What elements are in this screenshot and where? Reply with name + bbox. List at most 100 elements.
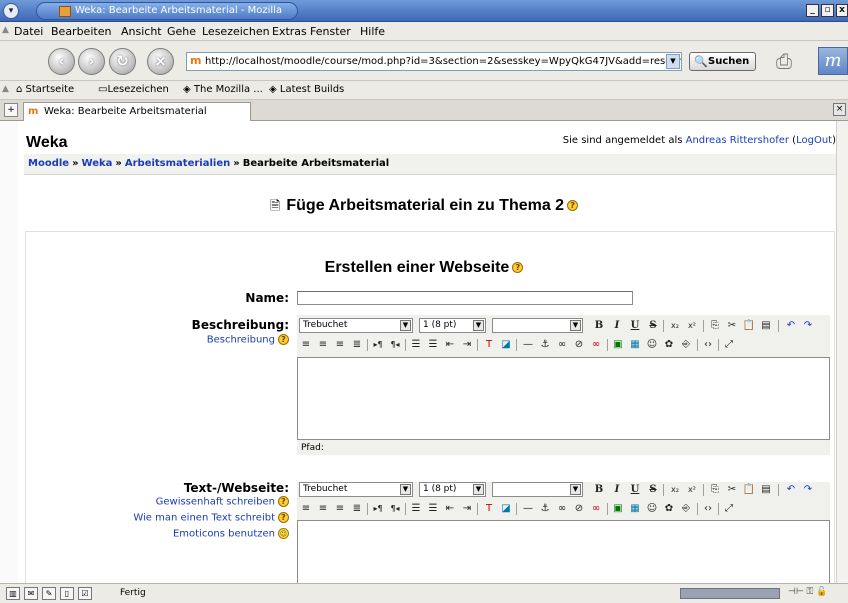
unordered-list-icon[interactable]: ☰ (426, 338, 440, 352)
justify-icon[interactable]: ≣ (350, 338, 364, 352)
window-menu-button[interactable]: ▾ (3, 3, 19, 19)
addressbook-icon[interactable]: ▯ (60, 587, 74, 600)
special-char-icon[interactable]: ✿ (662, 502, 676, 516)
italic-button[interactable]: I (610, 483, 624, 497)
search-replace-icon[interactable]: ⎆ (679, 502, 693, 516)
menubar-grip-icon[interactable]: ▲ (2, 25, 12, 38)
menu-go[interactable]: Gehe (167, 25, 196, 38)
align-right-icon[interactable]: ≡ (333, 338, 347, 352)
help-how-to-write-link[interactable]: Wie man einen Text schreibt? (100, 512, 289, 524)
minimize-button[interactable]: _ (806, 4, 819, 17)
size-select[interactable]: 1 (8 pt) ▼ (419, 318, 486, 333)
image-icon[interactable]: ▣ (611, 502, 625, 516)
undo-icon[interactable]: ↶ (784, 319, 798, 333)
link-icon[interactable]: ∞ (555, 502, 569, 516)
ordered-list-icon[interactable]: ☰ (409, 338, 423, 352)
justify-icon[interactable]: ≣ (350, 502, 364, 516)
image-icon[interactable]: ▣ (611, 338, 625, 352)
unlink-icon[interactable]: ∞ (589, 502, 603, 516)
help-emoticons-link[interactable]: Emoticons benutzen ☺ (100, 528, 289, 540)
print-icon[interactable]: ⎙ (776, 49, 804, 73)
help-icon[interactable]: ? (278, 496, 289, 507)
close-tab-button[interactable]: × (833, 103, 846, 116)
background-color-icon[interactable]: ◪ (499, 502, 513, 516)
close-window-button[interactable]: x (836, 4, 848, 17)
menu-help[interactable]: Hilfe (360, 25, 385, 38)
mail-icon[interactable]: ✉ (24, 587, 38, 600)
mozilla-throbber-icon[interactable]: m (818, 47, 848, 75)
copy-icon[interactable]: ⎘ (708, 319, 722, 333)
breadcrumb-moodle[interactable]: Moodle (28, 158, 69, 169)
align-right-icon[interactable]: ≡ (333, 502, 347, 516)
new-tab-button[interactable]: + (4, 103, 18, 117)
bookmark-mozilla[interactable]: ◈ The Mozilla ... (183, 84, 263, 95)
bookmarks-grip-icon[interactable]: ▲ (2, 84, 9, 94)
ltr-icon[interactable]: ▸¶ (371, 502, 385, 516)
background-color-icon[interactable]: ◪ (499, 338, 513, 352)
name-input[interactable] (297, 291, 633, 305)
cut-icon[interactable]: ✂ (725, 483, 739, 497)
superscript-button[interactable]: x² (685, 319, 699, 333)
paste-icon[interactable]: 📋 (742, 483, 756, 497)
breadcrumb-materials[interactable]: Arbeitsmaterialien (125, 158, 230, 169)
copy-icon[interactable]: ⎘ (708, 483, 722, 497)
style-select[interactable]: ▼ (492, 318, 583, 333)
strikethrough-button[interactable]: S (646, 319, 660, 333)
user-profile-link[interactable]: Andreas Rittershofer (686, 135, 789, 146)
maximize-button[interactable]: ▫ (821, 4, 834, 17)
size-select[interactable]: 1 (8 pt) ▼ (419, 482, 486, 497)
description-help-link[interactable]: Beschreibung? (150, 334, 289, 346)
align-left-icon[interactable]: ≡ (299, 338, 313, 352)
align-center-icon[interactable]: ≡ (316, 502, 330, 516)
smiley-icon[interactable]: ☺ (645, 502, 659, 516)
smiley-icon[interactable]: ☺ (645, 338, 659, 352)
search-button[interactable]: 🔍 Suchen (689, 52, 756, 71)
menu-edit[interactable]: Bearbeiten (51, 25, 111, 38)
table-icon[interactable]: ▦ (628, 502, 642, 516)
url-history-dropdown[interactable]: ▼ (666, 54, 680, 69)
menu-window[interactable]: Fenster (310, 25, 351, 38)
bookmark-home[interactable]: ⌂ Startseite (16, 84, 74, 95)
outdent-icon[interactable]: ⇤ (443, 502, 457, 516)
unordered-list-icon[interactable]: ☰ (426, 502, 440, 516)
composer-icon[interactable]: ✎ (42, 587, 56, 600)
redo-icon[interactable]: ↷ (801, 483, 815, 497)
indent-icon[interactable]: ⇥ (460, 338, 474, 352)
help-icon[interactable]: ? (512, 262, 524, 274)
html-source-icon[interactable]: ‹› (701, 502, 715, 516)
align-center-icon[interactable]: ≡ (316, 338, 330, 352)
tab-active[interactable]: m Weka: Bearbeite Arbeitsmaterial (23, 102, 251, 121)
horizontal-rule-icon[interactable]: — (521, 502, 535, 516)
fullscreen-icon[interactable]: ⤢ (722, 502, 736, 516)
subscript-button[interactable]: x₂ (668, 319, 682, 333)
bold-button[interactable]: B (592, 483, 606, 497)
help-icon[interactable]: ? (567, 200, 579, 212)
special-char-icon[interactable]: ✿ (662, 338, 676, 352)
align-left-icon[interactable]: ≡ (299, 502, 313, 516)
menu-file[interactable]: Datei (14, 25, 43, 38)
stop-button[interactable]: × (147, 48, 174, 75)
outdent-icon[interactable]: ⇤ (443, 338, 457, 352)
nolink-icon[interactable]: ⊘ (572, 502, 586, 516)
style-select[interactable]: ▼ (492, 482, 583, 497)
underline-button[interactable]: U (628, 483, 642, 497)
table-icon[interactable]: ▦ (628, 338, 642, 352)
forward-button[interactable]: › (78, 48, 105, 75)
description-textarea[interactable] (297, 357, 830, 440)
breadcrumb-weka[interactable]: Weka (82, 158, 113, 169)
help-icon[interactable]: ? (278, 512, 289, 523)
font-select[interactable]: Trebuchet ▼ (299, 318, 413, 333)
underline-button[interactable]: U (628, 319, 642, 333)
cut-icon[interactable]: ✂ (725, 319, 739, 333)
help-icon[interactable]: ? (278, 334, 289, 345)
paste-word-icon[interactable]: ▤ (759, 319, 773, 333)
search-replace-icon[interactable]: ⎆ (679, 338, 693, 352)
text-color-icon[interactable]: T (482, 502, 496, 516)
font-select[interactable]: Trebuchet ▼ (299, 482, 413, 497)
undo-icon[interactable]: ↶ (784, 483, 798, 497)
strikethrough-button[interactable]: S (646, 483, 660, 497)
text-color-icon[interactable]: T (482, 338, 496, 352)
html-source-icon[interactable]: ‹› (701, 338, 715, 352)
paste-word-icon[interactable]: ▤ (759, 483, 773, 497)
back-button[interactable]: ‹ (48, 48, 75, 75)
